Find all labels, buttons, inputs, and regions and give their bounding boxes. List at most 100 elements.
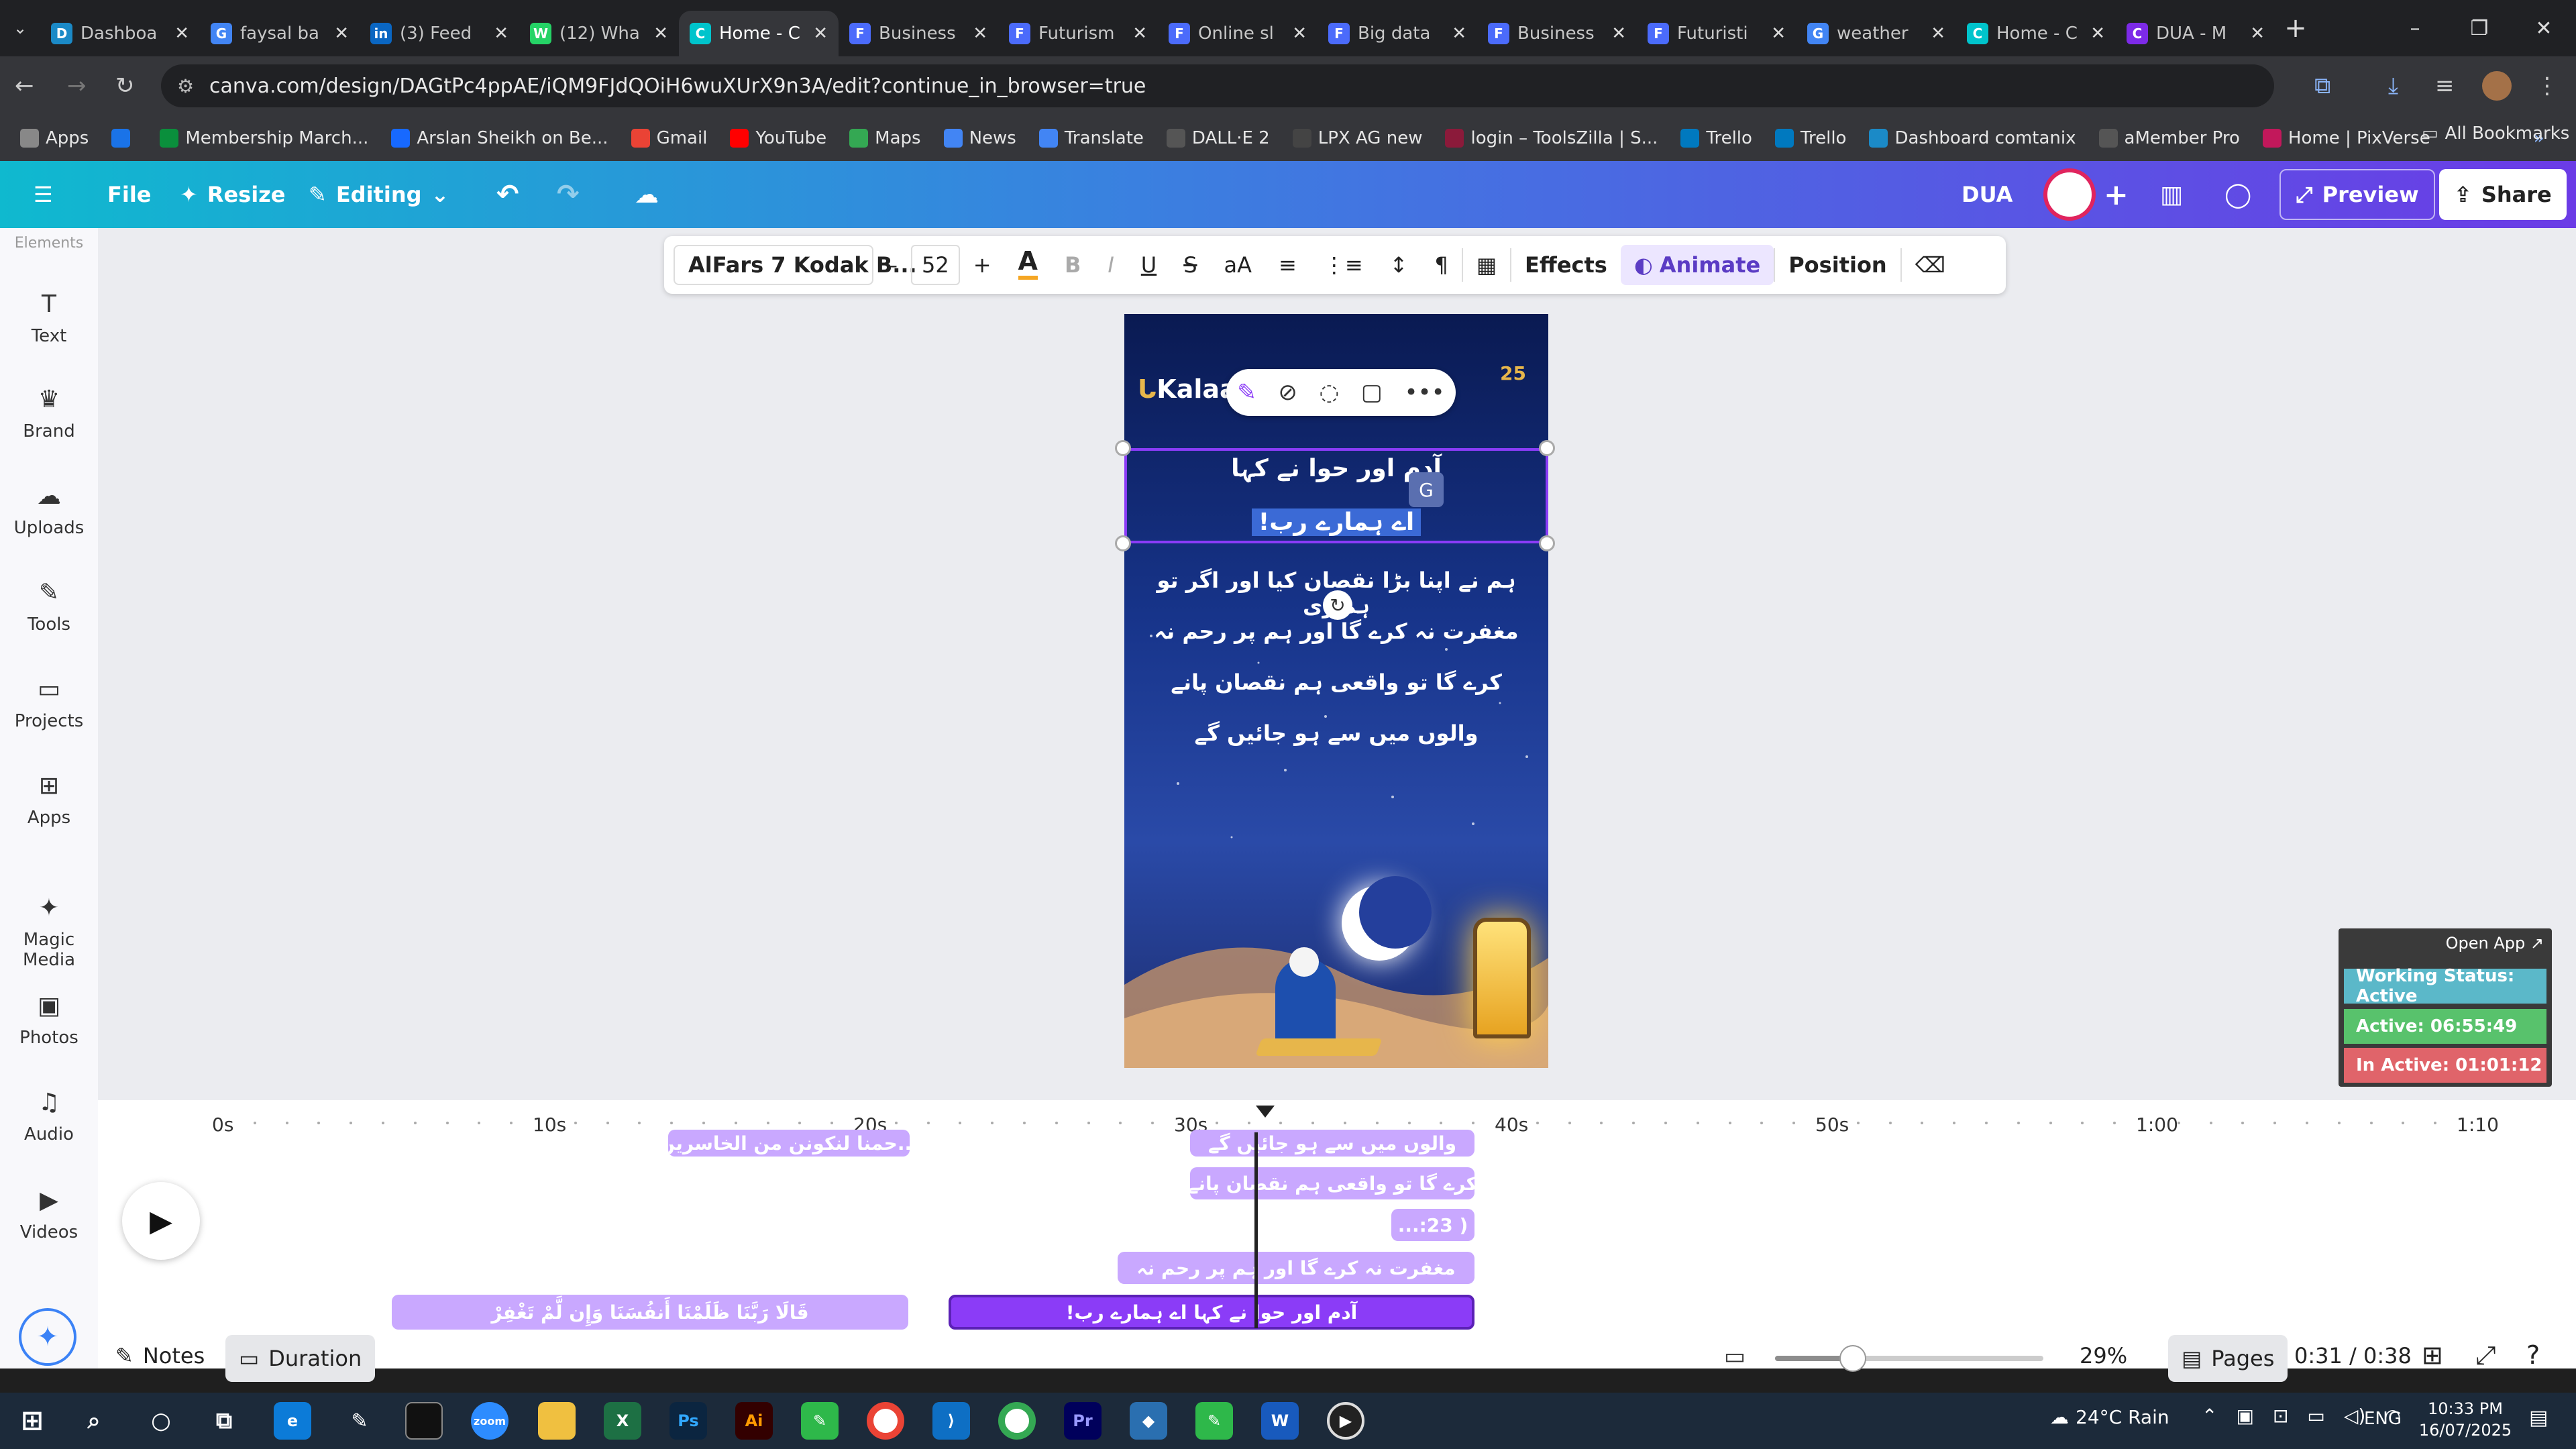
tab-2[interactable]: in (3) Feed ✕: [360, 11, 519, 56]
spacing-icon[interactable]: ↕: [1377, 236, 1421, 294]
pages-button[interactable]: ▤ Pages: [2168, 1335, 2288, 1382]
media-control-icon[interactable]: ≡: [2435, 72, 2455, 99]
cloud-saved-icon[interactable]: ☁: [635, 161, 659, 228]
side-panel-magic-media[interactable]: ✦ Magic Media: [0, 892, 98, 971]
chrome-icon[interactable]: [867, 1402, 904, 1440]
tab-9[interactable]: F Business ✕: [1477, 11, 1637, 56]
transparency-icon[interactable]: ▦: [1463, 236, 1510, 294]
side-panel-videos[interactable]: ▶ Videos: [0, 1185, 98, 1243]
side-panel-apps[interactable]: ⊞ Apps: [0, 770, 98, 828]
tab-close-icon[interactable]: ✕: [973, 23, 987, 44]
zoom-app-icon[interactable]: zoom: [471, 1402, 508, 1440]
font-size-increase-button[interactable]: +: [960, 236, 1005, 294]
tab-close-icon[interactable]: ✕: [813, 23, 828, 44]
weather-widget[interactable]: ☁ 24°C Rain: [2050, 1406, 2169, 1428]
position-button[interactable]: Position: [1775, 236, 1900, 294]
address-bar[interactable]: ⚙ canva.com/design/DAGtPc4ppAE/iQM9FJdQO…: [161, 64, 2274, 107]
resize-handle[interactable]: [1539, 440, 1555, 456]
side-panel-photos[interactable]: ▣ Photos: [0, 990, 98, 1049]
forward-icon[interactable]: →: [67, 72, 87, 99]
task-view-icon[interactable]: ⧉: [205, 1402, 243, 1440]
underline-icon[interactable]: U: [1128, 236, 1170, 294]
timeline-clip[interactable]: کرے گا تو واقعی ہم نقصان پانے: [1190, 1167, 1474, 1199]
bookmark-item[interactable]: Home | PixVerse: [2262, 128, 2430, 148]
bookmark-item[interactable]: LPX AG new: [1292, 128, 1422, 148]
tray-app-icon[interactable]: ▣: [2236, 1405, 2253, 1427]
canvas-view-icon[interactable]: ▭: [1724, 1343, 1746, 1370]
tab-12[interactable]: C Home - C ✕: [1956, 11, 2116, 56]
font-family-dropdown[interactable]: AlFars 7 Kodak B...: [674, 245, 917, 285]
bookmark-item[interactable]: aMember Pro: [2098, 128, 2240, 148]
network-icon[interactable]: ▭: [2307, 1405, 2324, 1427]
list-icon[interactable]: ⋮≡: [1310, 236, 1377, 294]
input-language[interactable]: ENG: [2364, 1409, 2402, 1429]
translate-icon[interactable]: G: [1409, 472, 1444, 507]
notes-button[interactable]: ✎ Notes: [115, 1343, 205, 1368]
magic-edit-icon[interactable]: ✎: [1237, 379, 1256, 406]
letter-case-icon[interactable]: aA: [1211, 236, 1266, 294]
all-bookmarks[interactable]: ▭ All Bookmarks: [2422, 123, 2569, 144]
timeline-clip[interactable]: آدم اور حوا نے کہا اے ہمارے رب!: [949, 1295, 1474, 1330]
new-tab-button[interactable]: +: [2275, 13, 2316, 44]
play-button[interactable]: ▶: [122, 1182, 200, 1260]
team-avatar[interactable]: [2043, 168, 2096, 221]
bookmark-item[interactable]: Trello: [1680, 128, 1752, 148]
copy-style-icon[interactable]: ⌫: [1902, 236, 1959, 294]
add-people-icon[interactable]: +: [2104, 161, 2129, 228]
zoom-percent[interactable]: 29%: [2080, 1343, 2127, 1368]
font-size-input[interactable]: 52: [911, 245, 960, 285]
volume-icon[interactable]: ◁): [2344, 1405, 2365, 1427]
search-icon[interactable]: ⌕: [75, 1402, 113, 1440]
minimize-window-icon[interactable]: –: [2383, 0, 2447, 56]
more-icon[interactable]: •••: [1404, 379, 1444, 406]
notifications-icon[interactable]: ▤: [2529, 1406, 2548, 1430]
heading-line-2[interactable]: اے ہمارے رب!: [1124, 508, 1548, 536]
tab-11[interactable]: Gweather ✕: [1796, 11, 1956, 56]
main-menu-icon[interactable]: ☰: [34, 161, 53, 228]
bookmark-item[interactable]: DALL·E 2: [1166, 128, 1270, 148]
profile-avatar[interactable]: [2482, 71, 2512, 101]
zoom-slider-track[interactable]: [1775, 1345, 2043, 1372]
align-center-icon[interactable]: ≡: [1265, 236, 1310, 294]
browser-menu-icon[interactable]: ⋮: [2536, 72, 2559, 99]
link-icon[interactable]: ⊘: [1278, 379, 1297, 406]
bookmark-item[interactable]: Arslan Sheikh on Be...: [391, 128, 608, 148]
zoom-slider-thumb[interactable]: [1839, 1345, 1866, 1372]
tab-close-icon[interactable]: ✕: [1452, 23, 1466, 44]
tab-close-icon[interactable]: ✕: [1771, 23, 1786, 44]
close-window-icon[interactable]: ✕: [2512, 0, 2576, 56]
app-icon[interactable]: ◆: [1130, 1402, 1167, 1440]
timeline-clip[interactable]: قَالَا رَبَّنَا ظَلَمْنَا أَنفُسَنَا وَإ…: [392, 1295, 908, 1330]
terminal-icon[interactable]: [405, 1402, 443, 1440]
bookmark-item[interactable]: Membership March...: [160, 128, 368, 148]
tray-chevron-icon[interactable]: ⌃: [2202, 1405, 2217, 1427]
share-button[interactable]: ⇪ Share: [2439, 169, 2567, 220]
side-panel-brand[interactable]: ♛ Brand: [0, 384, 98, 442]
tab-5[interactable]: F Business ✕: [839, 11, 998, 56]
timeline-clip[interactable]: والوں میں سے ہو جائیں گے: [1190, 1130, 1474, 1157]
cortana-icon[interactable]: ○: [142, 1402, 180, 1440]
playhead-line[interactable]: [1254, 1132, 1258, 1328]
resize-handle[interactable]: [1115, 535, 1131, 551]
rotate-handle-icon[interactable]: ↻: [1323, 590, 1352, 620]
restore-window-icon[interactable]: ❐: [2447, 0, 2512, 56]
tab-1[interactable]: Gfaysal ba ✕: [200, 11, 360, 56]
extensions-icon[interactable]: ⧉: [2314, 72, 2330, 99]
lock-icon[interactable]: ▢: [1361, 379, 1383, 406]
reload-icon[interactable]: ↻: [115, 72, 135, 99]
bookmark-item[interactable]: Trello: [1774, 128, 1846, 148]
font-size-decrease-button[interactable]: –: [873, 236, 911, 294]
animate-button[interactable]: ◐ Animate: [1620, 245, 1774, 285]
preview-button[interactable]: ⤢ Preview: [2279, 169, 2435, 220]
word-icon[interactable]: W: [1261, 1402, 1299, 1440]
illustrator-icon[interactable]: Ai: [735, 1402, 773, 1440]
text-direction-icon[interactable]: ¶: [1421, 236, 1461, 294]
italic-icon[interactable]: I: [1094, 236, 1127, 294]
tab-close-icon[interactable]: ✕: [334, 23, 349, 44]
file-menu[interactable]: File: [107, 161, 152, 228]
side-panel-tools[interactable]: ✎ Tools: [0, 577, 98, 635]
bold-icon[interactable]: B: [1051, 236, 1094, 294]
bookmark-item[interactable]: login – ToolsZilla | S...: [1445, 128, 1658, 148]
vscode-icon[interactable]: ⟩: [932, 1402, 970, 1440]
timeline-clip[interactable]: ...حمنا لنكونن من الخاسرين: [668, 1130, 910, 1157]
